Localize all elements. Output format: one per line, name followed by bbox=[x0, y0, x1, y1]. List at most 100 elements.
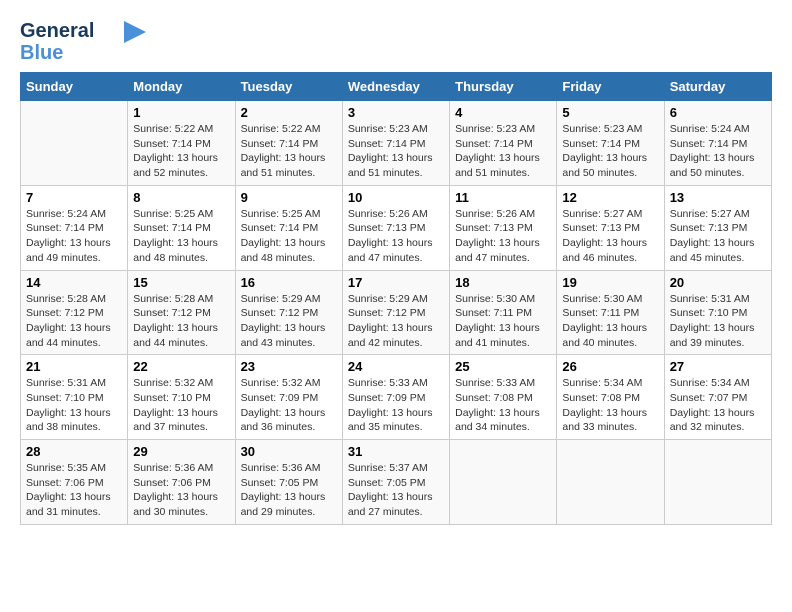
calendar-cell: 5 Sunrise: 5:23 AMSunset: 7:14 PMDayligh… bbox=[557, 101, 664, 186]
calendar-cell: 19 Sunrise: 5:30 AMSunset: 7:11 PMDaylig… bbox=[557, 270, 664, 355]
day-info: Sunrise: 5:23 AMSunset: 7:14 PMDaylight:… bbox=[562, 122, 658, 181]
day-info: Sunrise: 5:34 AMSunset: 7:07 PMDaylight:… bbox=[670, 376, 766, 435]
day-number: 13 bbox=[670, 190, 766, 205]
calendar-cell bbox=[557, 440, 664, 525]
day-number: 29 bbox=[133, 444, 229, 459]
day-number: 20 bbox=[670, 275, 766, 290]
day-number: 11 bbox=[455, 190, 551, 205]
day-info: Sunrise: 5:26 AMSunset: 7:13 PMDaylight:… bbox=[348, 207, 444, 266]
week-row-5: 28 Sunrise: 5:35 AMSunset: 7:06 PMDaylig… bbox=[21, 440, 772, 525]
day-header-friday: Friday bbox=[557, 73, 664, 101]
day-info: Sunrise: 5:32 AMSunset: 7:10 PMDaylight:… bbox=[133, 376, 229, 435]
calendar-cell: 18 Sunrise: 5:30 AMSunset: 7:11 PMDaylig… bbox=[450, 270, 557, 355]
day-info: Sunrise: 5:36 AMSunset: 7:05 PMDaylight:… bbox=[241, 461, 337, 520]
day-info: Sunrise: 5:27 AMSunset: 7:13 PMDaylight:… bbox=[562, 207, 658, 266]
day-number: 21 bbox=[26, 359, 122, 374]
calendar-cell: 6 Sunrise: 5:24 AMSunset: 7:14 PMDayligh… bbox=[664, 101, 771, 186]
calendar-cell: 21 Sunrise: 5:31 AMSunset: 7:10 PMDaylig… bbox=[21, 355, 128, 440]
calendar-cell: 9 Sunrise: 5:25 AMSunset: 7:14 PMDayligh… bbox=[235, 185, 342, 270]
day-number: 25 bbox=[455, 359, 551, 374]
day-number: 9 bbox=[241, 190, 337, 205]
day-number: 22 bbox=[133, 359, 229, 374]
day-number: 15 bbox=[133, 275, 229, 290]
logo-arrow-icon bbox=[124, 21, 146, 43]
day-info: Sunrise: 5:22 AMSunset: 7:14 PMDaylight:… bbox=[133, 122, 229, 181]
day-number: 24 bbox=[348, 359, 444, 374]
calendar-cell: 15 Sunrise: 5:28 AMSunset: 7:12 PMDaylig… bbox=[128, 270, 235, 355]
calendar-cell: 12 Sunrise: 5:27 AMSunset: 7:13 PMDaylig… bbox=[557, 185, 664, 270]
day-info: Sunrise: 5:24 AMSunset: 7:14 PMDaylight:… bbox=[670, 122, 766, 181]
calendar-cell: 20 Sunrise: 5:31 AMSunset: 7:10 PMDaylig… bbox=[664, 270, 771, 355]
day-number: 23 bbox=[241, 359, 337, 374]
day-info: Sunrise: 5:32 AMSunset: 7:09 PMDaylight:… bbox=[241, 376, 337, 435]
day-info: Sunrise: 5:28 AMSunset: 7:12 PMDaylight:… bbox=[26, 292, 122, 351]
calendar-cell: 8 Sunrise: 5:25 AMSunset: 7:14 PMDayligh… bbox=[128, 185, 235, 270]
day-info: Sunrise: 5:31 AMSunset: 7:10 PMDaylight:… bbox=[670, 292, 766, 351]
calendar-cell bbox=[664, 440, 771, 525]
day-info: Sunrise: 5:33 AMSunset: 7:08 PMDaylight:… bbox=[455, 376, 551, 435]
day-number: 14 bbox=[26, 275, 122, 290]
day-number: 27 bbox=[670, 359, 766, 374]
logo: General Blue bbox=[20, 20, 146, 62]
day-info: Sunrise: 5:26 AMSunset: 7:13 PMDaylight:… bbox=[455, 207, 551, 266]
day-info: Sunrise: 5:31 AMSunset: 7:10 PMDaylight:… bbox=[26, 376, 122, 435]
calendar-cell: 4 Sunrise: 5:23 AMSunset: 7:14 PMDayligh… bbox=[450, 101, 557, 186]
day-number: 5 bbox=[562, 105, 658, 120]
day-number: 10 bbox=[348, 190, 444, 205]
calendar-cell: 2 Sunrise: 5:22 AMSunset: 7:14 PMDayligh… bbox=[235, 101, 342, 186]
day-info: Sunrise: 5:28 AMSunset: 7:12 PMDaylight:… bbox=[133, 292, 229, 351]
week-row-1: 1 Sunrise: 5:22 AMSunset: 7:14 PMDayligh… bbox=[21, 101, 772, 186]
calendar-cell: 17 Sunrise: 5:29 AMSunset: 7:12 PMDaylig… bbox=[342, 270, 449, 355]
calendar-cell: 10 Sunrise: 5:26 AMSunset: 7:13 PMDaylig… bbox=[342, 185, 449, 270]
day-number: 31 bbox=[348, 444, 444, 459]
calendar-cell: 24 Sunrise: 5:33 AMSunset: 7:09 PMDaylig… bbox=[342, 355, 449, 440]
day-info: Sunrise: 5:33 AMSunset: 7:09 PMDaylight:… bbox=[348, 376, 444, 435]
day-info: Sunrise: 5:36 AMSunset: 7:06 PMDaylight:… bbox=[133, 461, 229, 520]
week-row-3: 14 Sunrise: 5:28 AMSunset: 7:12 PMDaylig… bbox=[21, 270, 772, 355]
day-number: 19 bbox=[562, 275, 658, 290]
day-number: 7 bbox=[26, 190, 122, 205]
day-header-thursday: Thursday bbox=[450, 73, 557, 101]
day-number: 6 bbox=[670, 105, 766, 120]
day-number: 8 bbox=[133, 190, 229, 205]
day-header-monday: Monday bbox=[128, 73, 235, 101]
day-info: Sunrise: 5:37 AMSunset: 7:05 PMDaylight:… bbox=[348, 461, 444, 520]
day-number: 18 bbox=[455, 275, 551, 290]
calendar-cell: 27 Sunrise: 5:34 AMSunset: 7:07 PMDaylig… bbox=[664, 355, 771, 440]
day-info: Sunrise: 5:24 AMSunset: 7:14 PMDaylight:… bbox=[26, 207, 122, 266]
calendar-cell bbox=[450, 440, 557, 525]
day-info: Sunrise: 5:30 AMSunset: 7:11 PMDaylight:… bbox=[455, 292, 551, 351]
calendar-cell bbox=[21, 101, 128, 186]
day-info: Sunrise: 5:25 AMSunset: 7:14 PMDaylight:… bbox=[241, 207, 337, 266]
calendar-table: SundayMondayTuesdayWednesdayThursdayFrid… bbox=[20, 72, 772, 525]
day-info: Sunrise: 5:23 AMSunset: 7:14 PMDaylight:… bbox=[348, 122, 444, 181]
calendar-cell: 16 Sunrise: 5:29 AMSunset: 7:12 PMDaylig… bbox=[235, 270, 342, 355]
day-header-saturday: Saturday bbox=[664, 73, 771, 101]
day-number: 2 bbox=[241, 105, 337, 120]
day-number: 12 bbox=[562, 190, 658, 205]
day-info: Sunrise: 5:27 AMSunset: 7:13 PMDaylight:… bbox=[670, 207, 766, 266]
week-row-2: 7 Sunrise: 5:24 AMSunset: 7:14 PMDayligh… bbox=[21, 185, 772, 270]
calendar-cell: 25 Sunrise: 5:33 AMSunset: 7:08 PMDaylig… bbox=[450, 355, 557, 440]
day-header-sunday: Sunday bbox=[21, 73, 128, 101]
day-number: 1 bbox=[133, 105, 229, 120]
calendar-cell: 26 Sunrise: 5:34 AMSunset: 7:08 PMDaylig… bbox=[557, 355, 664, 440]
days-header-row: SundayMondayTuesdayWednesdayThursdayFrid… bbox=[21, 73, 772, 101]
calendar-cell: 31 Sunrise: 5:37 AMSunset: 7:05 PMDaylig… bbox=[342, 440, 449, 525]
day-number: 16 bbox=[241, 275, 337, 290]
calendar-cell: 11 Sunrise: 5:26 AMSunset: 7:13 PMDaylig… bbox=[450, 185, 557, 270]
calendar-cell: 13 Sunrise: 5:27 AMSunset: 7:13 PMDaylig… bbox=[664, 185, 771, 270]
day-info: Sunrise: 5:29 AMSunset: 7:12 PMDaylight:… bbox=[241, 292, 337, 351]
calendar-cell: 3 Sunrise: 5:23 AMSunset: 7:14 PMDayligh… bbox=[342, 101, 449, 186]
calendar-cell: 28 Sunrise: 5:35 AMSunset: 7:06 PMDaylig… bbox=[21, 440, 128, 525]
day-info: Sunrise: 5:34 AMSunset: 7:08 PMDaylight:… bbox=[562, 376, 658, 435]
day-info: Sunrise: 5:30 AMSunset: 7:11 PMDaylight:… bbox=[562, 292, 658, 351]
calendar-cell: 23 Sunrise: 5:32 AMSunset: 7:09 PMDaylig… bbox=[235, 355, 342, 440]
calendar-cell: 29 Sunrise: 5:36 AMSunset: 7:06 PMDaylig… bbox=[128, 440, 235, 525]
day-number: 17 bbox=[348, 275, 444, 290]
week-row-4: 21 Sunrise: 5:31 AMSunset: 7:10 PMDaylig… bbox=[21, 355, 772, 440]
calendar-cell: 7 Sunrise: 5:24 AMSunset: 7:14 PMDayligh… bbox=[21, 185, 128, 270]
day-info: Sunrise: 5:35 AMSunset: 7:06 PMDaylight:… bbox=[26, 461, 122, 520]
day-number: 26 bbox=[562, 359, 658, 374]
logo-general: General bbox=[20, 20, 94, 42]
